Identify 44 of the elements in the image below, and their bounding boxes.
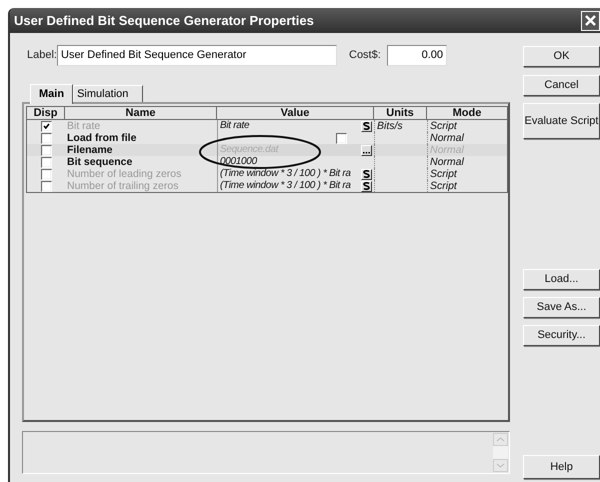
value-cell[interactable]: 0001000 [217, 156, 374, 168]
value-text: Bit rate [220, 120, 250, 132]
checkbox[interactable] [40, 132, 52, 144]
property-name: Number of trailing zeros [66, 180, 180, 192]
dialog-button[interactable]: OK [523, 46, 600, 67]
tab[interactable]: Simulation [73, 85, 144, 102]
script-icon [363, 122, 370, 130]
units-text: Bits/s [377, 120, 403, 132]
column-header[interactable]: Mode [427, 107, 507, 119]
label-caption: Label: [26, 48, 57, 64]
tab[interactable]: Main [30, 84, 74, 104]
property-name: Filename [66, 144, 114, 156]
column-header[interactable]: Value [217, 107, 374, 119]
column-header[interactable]: Name [65, 107, 217, 119]
cost-field[interactable]: 0.00 [387, 45, 447, 66]
checkbox[interactable] [40, 156, 52, 168]
mode-text: Normal [430, 132, 464, 144]
close-icon [584, 14, 597, 27]
dialog-button[interactable]: Load... [523, 269, 600, 290]
checkbox[interactable] [40, 144, 52, 156]
dialog-button[interactable]: Save As... [523, 297, 600, 318]
dialog-button[interactable]: Security... [523, 325, 600, 346]
value-text: (Time window * 3 / 100 ) * Bit ra [220, 180, 352, 192]
property-name: Bit sequence [66, 156, 134, 168]
mode-text: Script [430, 168, 457, 180]
mode-text: Script [430, 180, 457, 192]
ellipsis-icon [363, 150, 370, 154]
label-field[interactable]: User Defined Bit Sequence Generator [57, 45, 337, 66]
mode-text: Script [430, 120, 457, 132]
close-button[interactable] [581, 10, 600, 30]
dialog-button[interactable]: Cancel [523, 75, 600, 96]
property-name: Number of leading zeros [66, 168, 182, 180]
dialog-button[interactable]: Help [523, 455, 600, 479]
mode-text: Normal [430, 156, 464, 168]
property-name: Bit rate [66, 120, 102, 132]
column-header[interactable]: Disp [27, 107, 65, 119]
dialog-button[interactable]: Evaluate Script [523, 103, 600, 139]
checkbox[interactable] [336, 132, 346, 144]
value-text: 0001000 [220, 156, 258, 168]
cost-caption: Cost$: [349, 48, 382, 64]
window-title: User Defined Bit Sequence Generator Properties [14, 12, 314, 30]
column-header[interactable]: Units [374, 107, 427, 119]
value-text: (Time window * 3 / 100 ) * Bit ra [220, 168, 352, 180]
property-name: Load from file [66, 132, 138, 144]
